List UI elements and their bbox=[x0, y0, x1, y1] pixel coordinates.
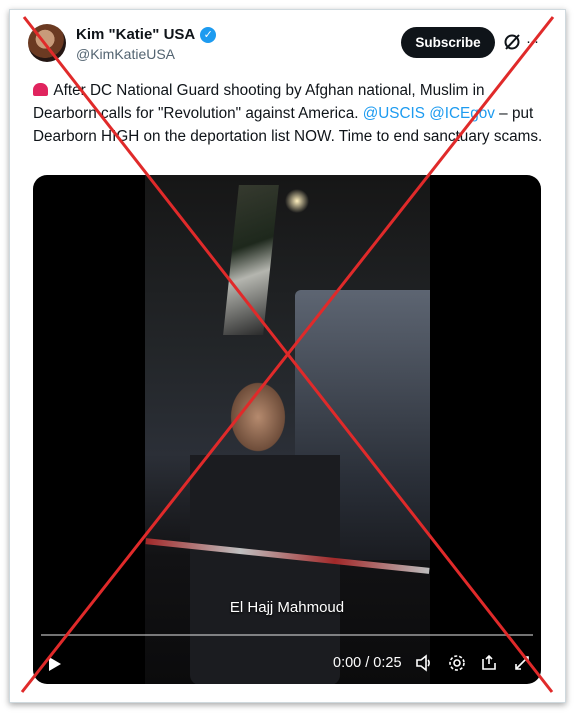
mention-icegov[interactable]: @ICEgov bbox=[429, 105, 495, 122]
play-icon[interactable] bbox=[49, 657, 61, 671]
video-scrubber[interactable] bbox=[41, 634, 533, 636]
settings-gear-icon[interactable] bbox=[448, 654, 466, 672]
volume-icon[interactable] bbox=[415, 654, 433, 672]
display-name[interactable]: Kim "Katie" USA bbox=[76, 26, 195, 43]
flag-image bbox=[223, 185, 279, 335]
grok-icon[interactable] bbox=[503, 33, 521, 51]
tweet-text: After DC National Guard shooting by Afgh… bbox=[33, 82, 543, 145]
video-player[interactable]: El Hajj Mahmoud 0:00 / 0:25 bbox=[33, 175, 541, 684]
author-name-row[interactable]: Kim "Katie" USA ✓ bbox=[76, 26, 217, 43]
mention-uscis[interactable]: @USCIS bbox=[363, 105, 425, 122]
share-icon[interactable] bbox=[480, 654, 498, 672]
more-icon[interactable]: ··· bbox=[526, 33, 539, 50]
author-handle[interactable]: @KimKatieUSA bbox=[76, 46, 175, 62]
video-caption: El Hajj Mahmoud bbox=[229, 599, 345, 616]
subscribe-button[interactable]: Subscribe bbox=[401, 27, 495, 58]
video-timecode: 0:00 / 0:25 bbox=[333, 655, 402, 671]
avatar[interactable] bbox=[28, 24, 66, 62]
siren-icon bbox=[33, 83, 48, 96]
verified-badge-icon: ✓ bbox=[200, 26, 217, 43]
fullscreen-icon[interactable] bbox=[513, 654, 531, 672]
